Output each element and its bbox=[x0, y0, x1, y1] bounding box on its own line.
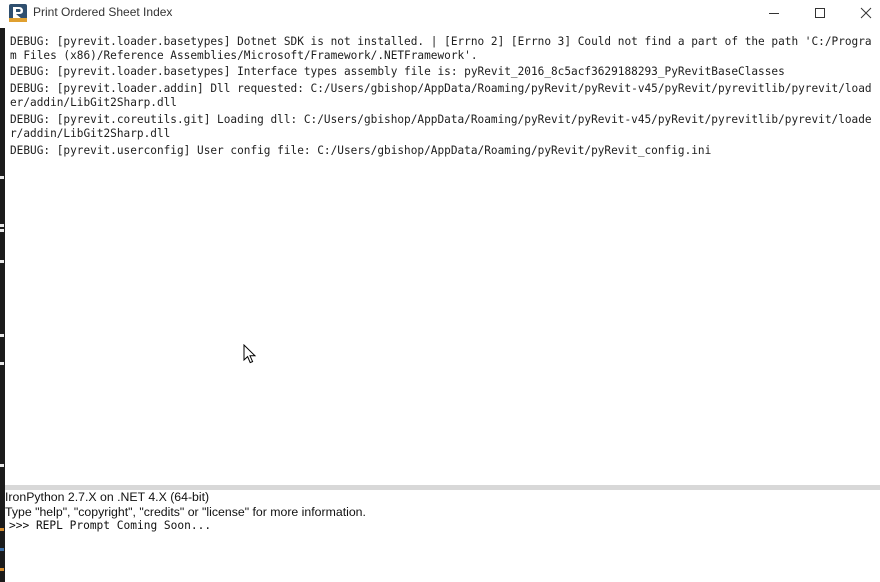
minimize-icon bbox=[769, 13, 779, 14]
window-title: Print Ordered Sheet Index bbox=[33, 5, 173, 19]
repl-prompt[interactable]: >>> REPL Prompt Coming Soon... bbox=[9, 519, 211, 533]
log-line-dll-requested: DEBUG: [pyrevit.loader.addin] Dll reques… bbox=[10, 82, 872, 109]
log-line-loading-dll: DEBUG: [pyrevit.coreutils.git] Loading d… bbox=[10, 113, 872, 140]
maximize-icon bbox=[815, 8, 825, 18]
log-line-sdk: DEBUG: [pyrevit.loader.basetypes] Dotnet… bbox=[10, 35, 872, 62]
repl-banner: IronPython 2.7.X on .NET 4.X (64-bit) bbox=[5, 490, 210, 504]
repl-console[interactable]: IronPython 2.7.X on .NET 4.X (64-bit) Ty… bbox=[5, 490, 880, 582]
mouse-pointer-icon bbox=[243, 344, 257, 364]
maximize-button[interactable] bbox=[797, 0, 843, 26]
debug-output-panel[interactable]: DEBUG: [pyrevit.loader.basetypes] Dotnet… bbox=[5, 28, 880, 485]
pyrevit-app-icon bbox=[9, 4, 27, 22]
repl-help-text: Type "help", "copyright", "credits" or "… bbox=[5, 505, 366, 519]
log-line-interface-types: DEBUG: [pyrevit.loader.basetypes] Interf… bbox=[10, 65, 785, 78]
close-button[interactable] bbox=[843, 0, 880, 26]
close-icon bbox=[860, 7, 872, 19]
minimize-button[interactable] bbox=[751, 0, 797, 26]
output-window: Print Ordered Sheet Index DEBUG: [pyrevi… bbox=[0, 0, 880, 582]
log-line-user-config: DEBUG: [pyrevit.userconfig] User config … bbox=[10, 144, 712, 157]
title-bar[interactable]: Print Ordered Sheet Index bbox=[0, 0, 880, 28]
